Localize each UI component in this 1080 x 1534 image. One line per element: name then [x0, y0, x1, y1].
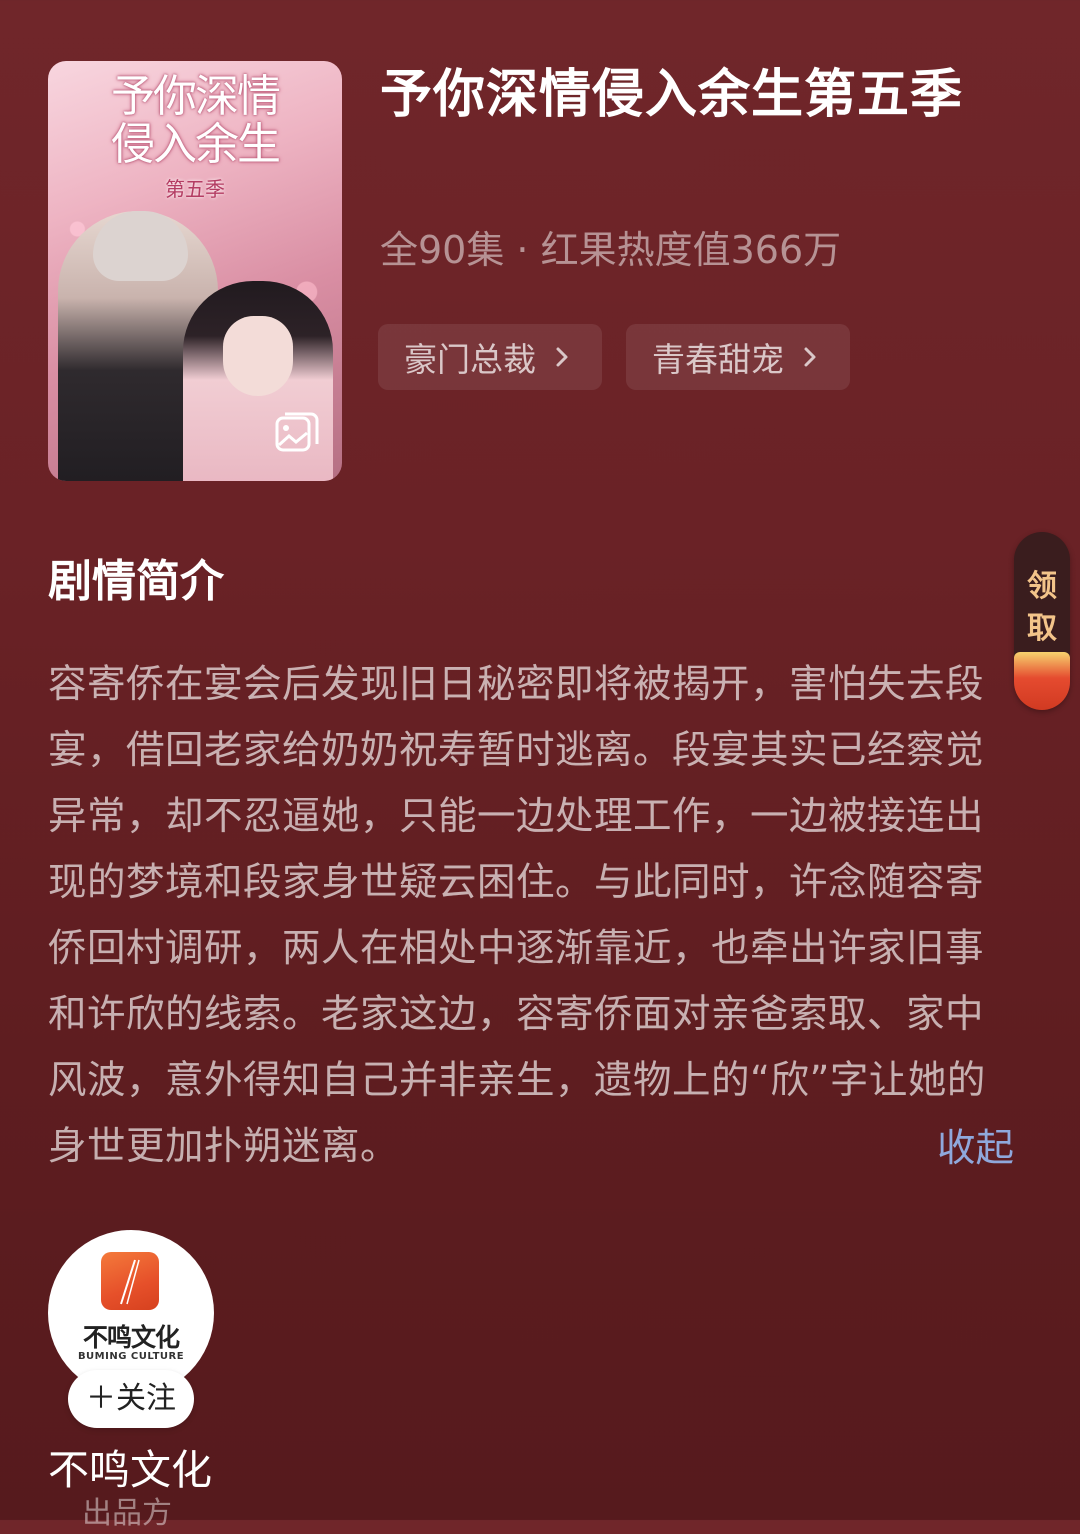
- cover-subtitle: 第五季: [165, 177, 225, 201]
- drama-cover[interactable]: 予你深情 侵入余生 第五季: [48, 61, 342, 481]
- publisher-logo-en: BUMING CULTURE: [77, 1351, 185, 1362]
- synopsis-text: 容寄侨在宴会后发现旧日秘密即将被揭开，害怕失去段宴，借回老家给奶奶祝寿暂时逃离。…: [48, 662, 986, 1169]
- chevron-right-icon: [556, 347, 568, 367]
- chevron-right-icon: [804, 347, 816, 367]
- coin-bowl-icon: [1014, 652, 1070, 710]
- publisher-role: 出品方: [82, 1496, 172, 1531]
- collapse-button[interactable]: 收起: [937, 1116, 1014, 1182]
- tag-list: 豪门总裁 青春甜宠: [378, 324, 850, 390]
- tag-label: 豪门总裁: [404, 340, 536, 379]
- cover-title: 予你深情 侵入余生: [111, 71, 281, 170]
- reward-label: 领取: [1027, 569, 1057, 646]
- drama-title: 予你深情侵入余生第五季: [380, 65, 964, 125]
- publisher-logo-icon: [101, 1252, 159, 1310]
- logo-stroke-icon: [120, 1259, 140, 1305]
- gallery-icon[interactable]: [274, 409, 320, 455]
- drama-meta: 全90集 · 红果热度值366万: [380, 228, 842, 272]
- tag-button[interactable]: 青春甜宠: [626, 324, 850, 390]
- publisher-name[interactable]: 不鸣文化: [48, 1440, 212, 1500]
- publisher-logo-name: 不鸣文化: [82, 1323, 180, 1352]
- synopsis-heading: 剧情简介: [48, 556, 224, 607]
- tag-button[interactable]: 豪门总裁: [378, 324, 602, 390]
- tag-label: 青春甜宠: [652, 340, 784, 379]
- reward-float-button[interactable]: 领取: [1014, 532, 1070, 710]
- follow-button[interactable]: ＋关注: [68, 1370, 194, 1428]
